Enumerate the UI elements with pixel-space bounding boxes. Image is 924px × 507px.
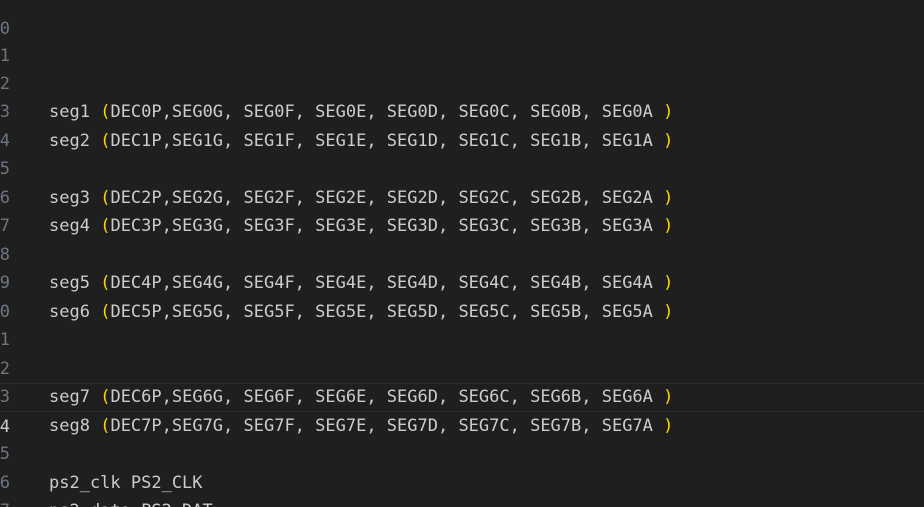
code-editor[interactable]: 0 1 2 seg1 (DEC0P,SEG0G, SEG0F, SEG0E, S… [0, 0, 924, 507]
editor-line[interactable]: 5 seg3 (DEC2P,SEG2G, SEG2F, SEG2E, SEG2D… [0, 127, 924, 208]
editor-line[interactable]: 2 seg7 (DEC6P,SEG6G, SEG6F, SEG6E, SEG6D… [0, 326, 924, 408]
editor-line[interactable]: 9 seg6 (DEC5P,SEG5G, SEG5F, SEG5E, SEG5D… [0, 241, 924, 322]
editor-line[interactable]: 1 [0, 13, 924, 66]
line-number: 7 [0, 497, 10, 507]
code-text: ps2_data PS2_DAT [49, 497, 213, 507]
editor-line[interactable]: 3 seg2 (DEC1P,SEG1G, SEG1F, SEG1E, SEG1D… [0, 70, 924, 151]
editor-line[interactable]: 6 ps2_data PS2_DAT [0, 440, 924, 507]
current-line[interactable]: 4 [0, 383, 924, 437]
editor-line[interactable]: 0 [0, 269, 924, 322]
editor-line[interactable]: 5 ps2_clk PS2_CLK [0, 412, 924, 493]
editor-line[interactable]: 7 [0, 184, 924, 236]
editor-line[interactable]: 2 seg1 (DEC0P,SEG0G, SEG0F, SEG0E, SEG0D… [0, 41, 924, 123]
editor-line[interactable]: 6 seg4 (DEC3P,SEG3G, SEG3F, SEG3E, SEG3D… [0, 155, 924, 237]
editor-line[interactable]: 3 seg8 (DEC7P,SEG7G, SEG7F, SEG7E, SEG7D… [0, 355, 924, 436]
editor-line[interactable]: 1 [0, 298, 924, 350]
editor-line[interactable]: 8 seg5 (DEC4P,SEG4G, SEG4F, SEG4E, SEG4D… [0, 212, 924, 294]
editor-line[interactable]: 7 [0, 469, 924, 507]
editor-line[interactable]: 4 [0, 98, 924, 151]
